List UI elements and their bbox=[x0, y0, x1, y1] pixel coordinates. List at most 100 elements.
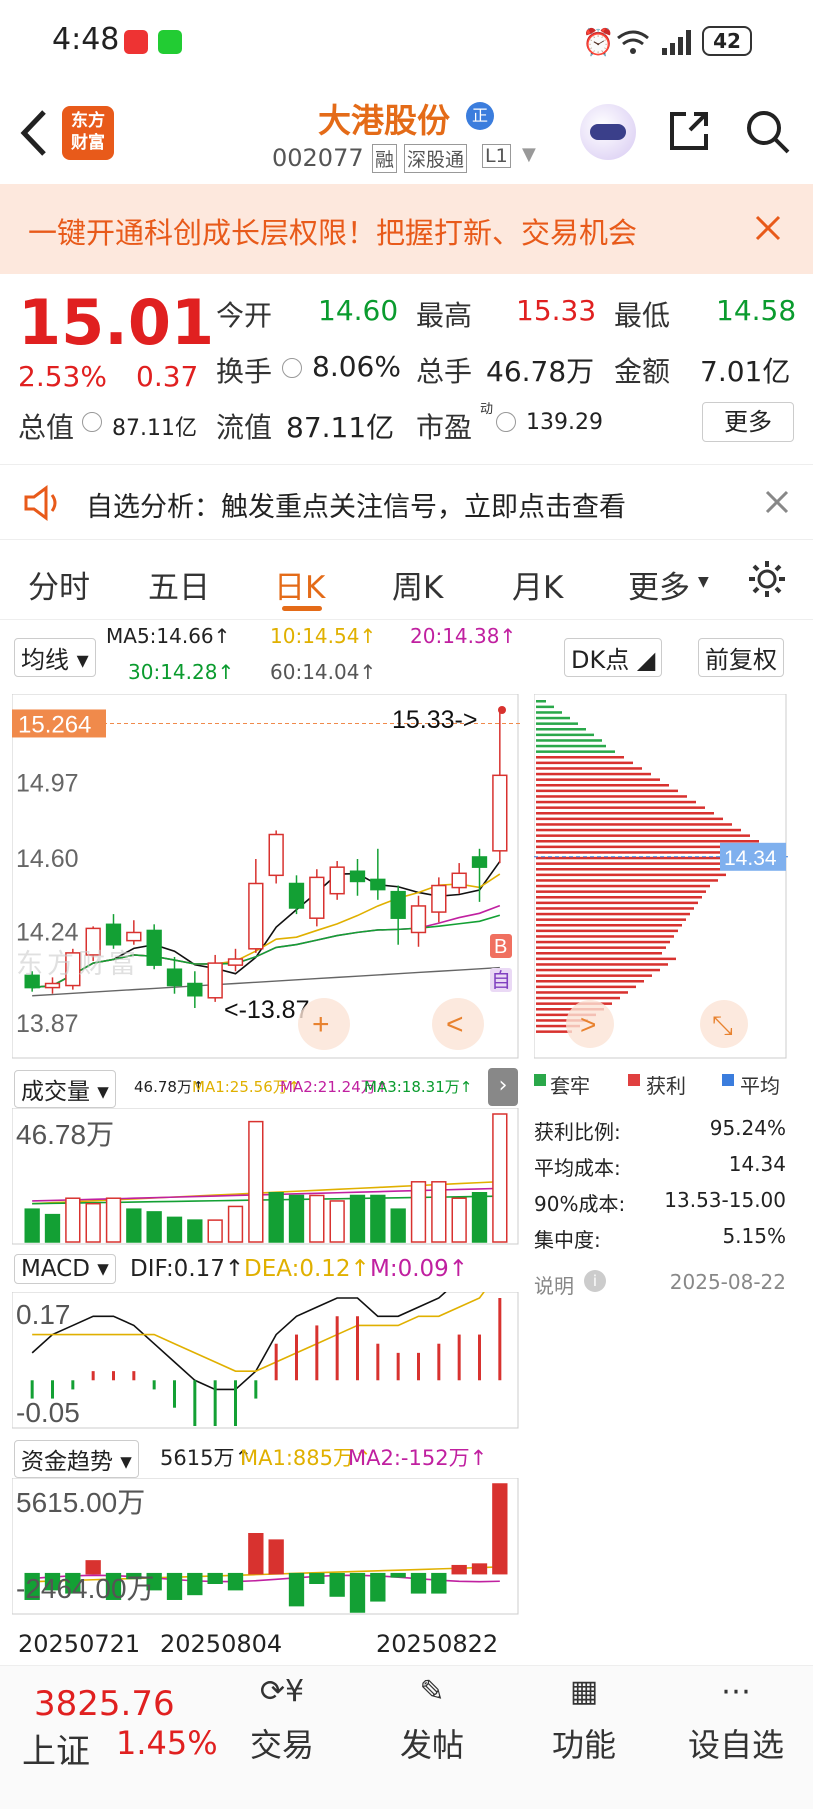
app-logo: 东方 财富 bbox=[62, 106, 114, 160]
legend-trapped: 套牢 bbox=[550, 1074, 590, 1098]
b-marker-text: B bbox=[494, 936, 507, 958]
chevron-left-icon: < bbox=[446, 1008, 464, 1041]
dropdown-icon[interactable]: ▼ bbox=[522, 144, 536, 165]
chip-bar bbox=[536, 996, 620, 1000]
analysis-notice[interactable]: 自选分析：触发重点关注信号，立即点击查看 bbox=[0, 464, 813, 540]
explain-link[interactable]: 说明 bbox=[534, 1270, 574, 1299]
index-value[interactable]: 3825.76 bbox=[34, 1684, 175, 1724]
ma30-label: 30:14.28↑ bbox=[128, 660, 235, 684]
tab-weekly-k[interactable]: 周K bbox=[392, 562, 443, 607]
ai-assistant-icon[interactable] bbox=[580, 104, 636, 160]
histogram-bar bbox=[309, 1572, 325, 1585]
pe-value: 139.29 bbox=[526, 410, 603, 435]
status-bar: 4:48 ⏰ 42 bbox=[0, 0, 813, 84]
info-icon[interactable] bbox=[496, 412, 516, 432]
chip-bar bbox=[536, 901, 698, 905]
concentration-value: 5.15% bbox=[722, 1224, 786, 1248]
legend-swatch-trapped bbox=[534, 1074, 546, 1086]
trade-button[interactable]: ⟳¥ 交易 bbox=[222, 1674, 342, 1766]
expand-arrow-icon[interactable]: › bbox=[488, 1068, 518, 1106]
y-axis-label: -2464.00万 bbox=[16, 1573, 155, 1604]
histogram-bar bbox=[370, 1194, 386, 1243]
chip-distribution-chart[interactable]: 14.34 > ⤡ bbox=[534, 694, 788, 1060]
info-icon[interactable] bbox=[82, 412, 102, 432]
chip-bar bbox=[536, 991, 628, 994]
chip-bar bbox=[536, 739, 602, 742]
logo-text-1: 东方 bbox=[71, 111, 105, 131]
low-label: 最低 bbox=[614, 299, 671, 332]
candle-body bbox=[146, 929, 162, 966]
histogram-bar bbox=[431, 1181, 447, 1243]
date-label: 20250822 bbox=[376, 1630, 499, 1658]
histogram-bar bbox=[268, 1191, 284, 1243]
tab-monthly-k[interactable]: 月K bbox=[512, 562, 563, 607]
back-arrow-icon[interactable] bbox=[18, 108, 48, 158]
candle-body bbox=[207, 962, 223, 999]
chip-bar bbox=[536, 968, 660, 972]
chip-bar bbox=[536, 722, 578, 725]
macd-m: M:0.09↑ bbox=[370, 1256, 469, 1282]
histogram-bar bbox=[370, 1572, 386, 1602]
date-label: 20250721 bbox=[18, 1630, 141, 1658]
adjust-button[interactable]: 前复权 bbox=[698, 638, 784, 677]
chip-bar bbox=[536, 952, 662, 955]
status-time: 4:48 bbox=[52, 22, 120, 57]
legend-profit: 获利 bbox=[646, 1074, 686, 1098]
profit-ratio-label: 获利比例: bbox=[534, 1120, 621, 1144]
stock-code: 002077 bbox=[272, 144, 364, 172]
kline-chart[interactable]: 15.26414.9714.6014.2413.8715.33-><-13.87… bbox=[12, 694, 520, 1060]
share-icon[interactable] bbox=[666, 108, 712, 154]
histogram-bar bbox=[268, 1539, 284, 1575]
info-icon[interactable] bbox=[282, 358, 302, 378]
volume-ma3: MA3:18.31万↑ bbox=[364, 1078, 473, 1096]
candle-body bbox=[309, 876, 325, 919]
candle-body bbox=[288, 882, 305, 909]
function-button[interactable]: ▦ 功能 bbox=[524, 1674, 644, 1766]
index-change[interactable]: 1.45% bbox=[116, 1724, 218, 1762]
y-axis-label: 14.60 bbox=[16, 845, 79, 873]
chip-bar bbox=[536, 750, 615, 753]
fund-selector[interactable]: 资金趋势 ▾ bbox=[14, 1440, 139, 1478]
post-label: 发帖 bbox=[399, 1726, 464, 1764]
histogram-bar bbox=[329, 1572, 345, 1597]
chip-bar bbox=[536, 733, 594, 737]
y-axis-label: 46.78万 bbox=[16, 1119, 114, 1150]
dk-point-button[interactable]: DK点 ◢ bbox=[564, 638, 663, 677]
connect-tag: 深股通 bbox=[404, 144, 468, 173]
chip-bar bbox=[536, 879, 718, 882]
stock-name[interactable]: 大港股份 bbox=[318, 94, 450, 142]
chip-bar bbox=[536, 963, 668, 966]
more-button[interactable]: 更多 bbox=[702, 402, 794, 442]
chip-bar bbox=[536, 756, 624, 759]
tab-more[interactable]: 更多 bbox=[628, 562, 690, 607]
add-watchlist-button[interactable]: ⋯ 设自选 bbox=[676, 1674, 796, 1766]
tab-daily-k[interactable]: 日K bbox=[274, 562, 325, 607]
search-icon[interactable] bbox=[744, 108, 792, 156]
expand-icon: ⤡ bbox=[712, 1010, 733, 1040]
chip-bar bbox=[536, 907, 694, 910]
macd-chart[interactable]: 0.17 -0.05 bbox=[12, 1292, 520, 1430]
volume-selector[interactable]: 成交量 ▾ bbox=[14, 1070, 116, 1108]
chip-bar bbox=[536, 817, 723, 821]
tab-five-day[interactable]: 五日 bbox=[148, 562, 210, 607]
plus-icon: + bbox=[312, 1008, 330, 1041]
close-icon[interactable] bbox=[764, 489, 790, 515]
chip-bar bbox=[536, 800, 696, 804]
tab-intraday[interactable]: 分时 bbox=[28, 562, 90, 607]
post-button[interactable]: ✎ 发帖 bbox=[372, 1674, 492, 1766]
close-icon[interactable] bbox=[754, 214, 782, 242]
turnover-value: 8.06% bbox=[312, 350, 401, 383]
high-marker: 15.33-> bbox=[392, 706, 478, 734]
volume-chart[interactable]: 46.78万 bbox=[12, 1108, 520, 1246]
y-axis-label: -0.05 bbox=[16, 1397, 80, 1428]
ma-selector[interactable]: 均线 ▾ bbox=[14, 638, 96, 677]
index-name[interactable]: 上证 bbox=[22, 1724, 90, 1773]
macd-selector[interactable]: MACD ▾ bbox=[14, 1254, 116, 1284]
promo-banner[interactable]: 一键开通科创成长层权限！把握打新、交易机会 bbox=[0, 184, 813, 274]
gear-icon[interactable] bbox=[746, 558, 788, 600]
histogram-bar bbox=[288, 1194, 305, 1243]
fund-trend-chart[interactable]: 5615.00万 -2464.00万 bbox=[12, 1478, 520, 1616]
chip-bar bbox=[536, 946, 666, 949]
info-icon[interactable]: i bbox=[584, 1270, 606, 1292]
yen-icon: ⟳¥ bbox=[259, 1674, 305, 1709]
